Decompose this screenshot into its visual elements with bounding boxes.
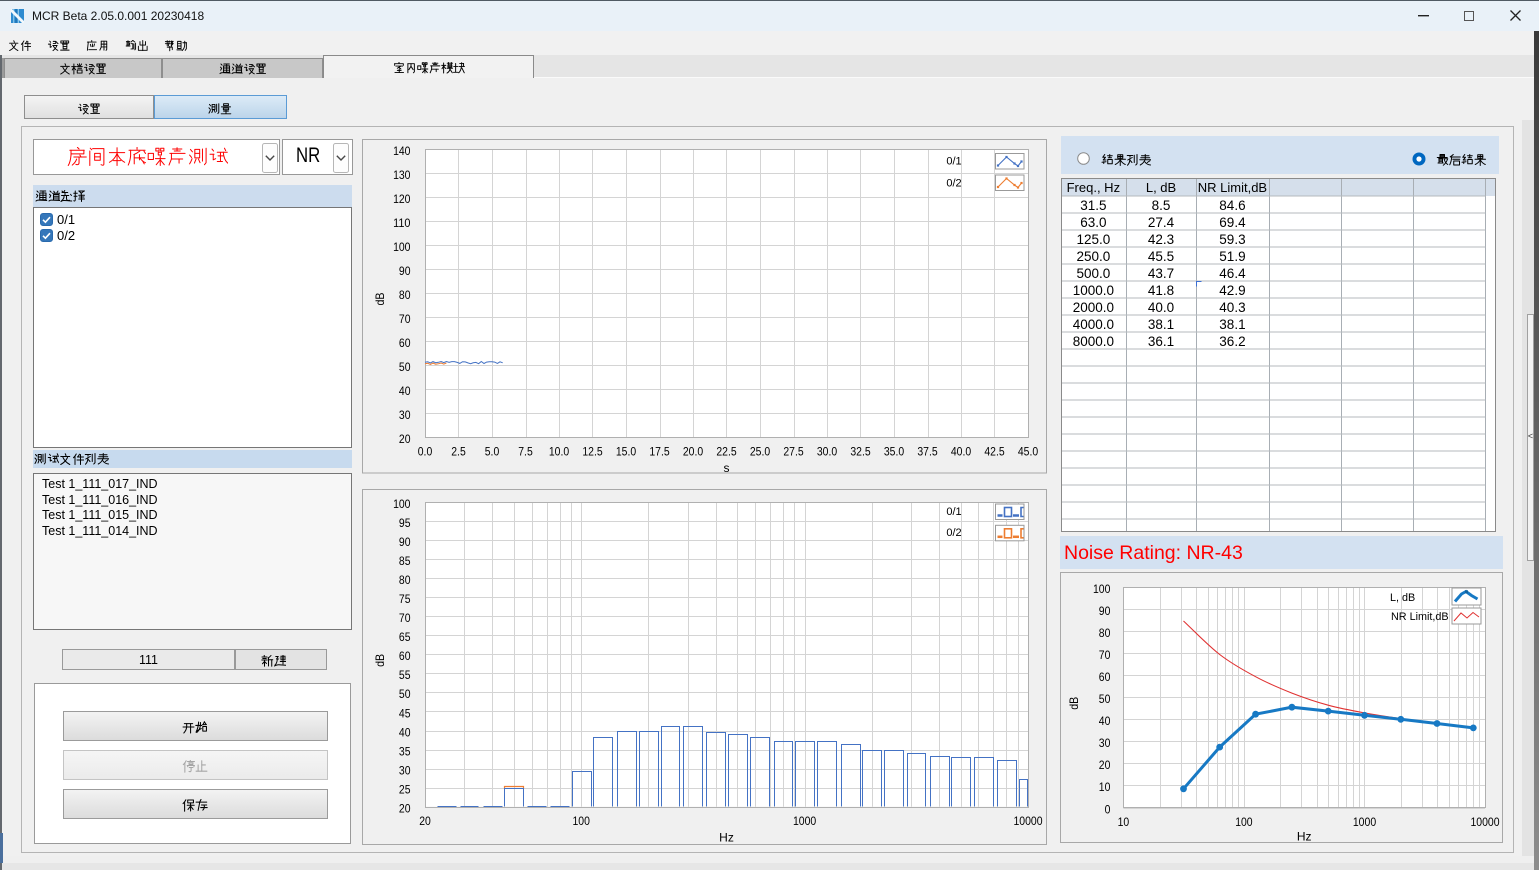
svg-text:70: 70 (399, 611, 411, 625)
svg-text:dB: dB (1067, 697, 1081, 710)
svg-text:85: 85 (399, 554, 411, 568)
svg-text:dB: dB (373, 293, 387, 306)
svg-text:40.0: 40.0 (951, 444, 971, 458)
svg-text:s: s (724, 461, 730, 474)
svg-text:0: 0 (1105, 802, 1111, 816)
svg-text:27.5: 27.5 (783, 444, 803, 458)
svg-text:70: 70 (399, 312, 411, 326)
svg-text:30.0: 30.0 (817, 444, 837, 458)
svg-text:45: 45 (399, 706, 411, 720)
svg-text:10.0: 10.0 (549, 444, 569, 458)
svg-text:50: 50 (399, 687, 411, 701)
svg-text:0/2: 0/2 (946, 178, 961, 190)
svg-text:50: 50 (399, 360, 411, 374)
svg-text:100: 100 (573, 814, 591, 828)
svg-text:22.5: 22.5 (716, 444, 736, 458)
svg-text:90: 90 (399, 535, 411, 549)
svg-text:90: 90 (399, 264, 411, 278)
svg-text:35.0: 35.0 (884, 444, 904, 458)
svg-text:2.5: 2.5 (451, 444, 466, 458)
svg-text:25.0: 25.0 (750, 444, 770, 458)
svg-text:35: 35 (399, 744, 411, 758)
svg-text:100: 100 (1235, 815, 1253, 829)
svg-text:45.0: 45.0 (1018, 444, 1038, 458)
svg-text:20.0: 20.0 (683, 444, 703, 458)
svg-text:0/2: 0/2 (946, 527, 961, 539)
svg-text:Hz: Hz (719, 831, 734, 845)
svg-text:7.5: 7.5 (518, 444, 533, 458)
svg-text:100: 100 (1093, 582, 1111, 596)
svg-text:12.5: 12.5 (582, 444, 602, 458)
svg-text:L, dB: L, dB (1390, 592, 1415, 604)
svg-text:0/1: 0/1 (946, 156, 961, 168)
svg-text:40: 40 (399, 384, 411, 398)
svg-text:42.5: 42.5 (984, 444, 1004, 458)
svg-text:90: 90 (1099, 604, 1111, 618)
svg-text:NR Limit,dB: NR Limit,dB (1391, 611, 1449, 623)
svg-text:20: 20 (399, 432, 411, 446)
svg-text:120: 120 (393, 192, 411, 206)
svg-text:80: 80 (399, 288, 411, 302)
svg-text:30: 30 (399, 763, 411, 777)
svg-text:10: 10 (1099, 780, 1111, 794)
svg-text:40: 40 (399, 725, 411, 739)
svg-text:10000: 10000 (1013, 814, 1042, 828)
svg-text:30: 30 (1099, 736, 1111, 750)
svg-text:100: 100 (393, 497, 411, 511)
svg-text:20: 20 (399, 802, 411, 816)
svg-text:110: 110 (393, 216, 411, 230)
svg-text:100: 100 (393, 240, 411, 254)
svg-text:1000: 1000 (793, 814, 816, 828)
svg-text:40: 40 (1099, 714, 1111, 728)
svg-text:140: 140 (393, 144, 411, 158)
svg-text:15.0: 15.0 (616, 444, 636, 458)
svg-text:130: 130 (393, 168, 411, 182)
svg-text:32.5: 32.5 (850, 444, 870, 458)
svg-text:10: 10 (1118, 815, 1130, 829)
svg-text:50: 50 (1099, 692, 1111, 706)
svg-text:Hz: Hz (1297, 830, 1312, 844)
svg-text:0.0: 0.0 (418, 444, 433, 458)
svg-text:30: 30 (399, 408, 411, 422)
svg-text:0/1: 0/1 (946, 506, 961, 518)
svg-text:25: 25 (399, 783, 411, 797)
svg-text:20: 20 (1099, 758, 1111, 772)
svg-text:70: 70 (1099, 648, 1111, 662)
svg-text:1000: 1000 (1353, 815, 1376, 829)
svg-text:5.0: 5.0 (485, 444, 500, 458)
svg-text:60: 60 (1099, 670, 1111, 684)
svg-text:17.5: 17.5 (649, 444, 669, 458)
svg-text:37.5: 37.5 (917, 444, 937, 458)
svg-text:95: 95 (399, 516, 411, 530)
svg-text:10000: 10000 (1470, 815, 1499, 829)
svg-text:80: 80 (1099, 626, 1111, 640)
svg-text:60: 60 (399, 336, 411, 350)
svg-text:75: 75 (399, 592, 411, 606)
svg-text:65: 65 (399, 630, 411, 644)
svg-text:20: 20 (419, 814, 431, 828)
svg-text:55: 55 (399, 668, 411, 682)
svg-text:dB: dB (373, 654, 387, 667)
svg-text:60: 60 (399, 649, 411, 663)
svg-text:80: 80 (399, 573, 411, 587)
